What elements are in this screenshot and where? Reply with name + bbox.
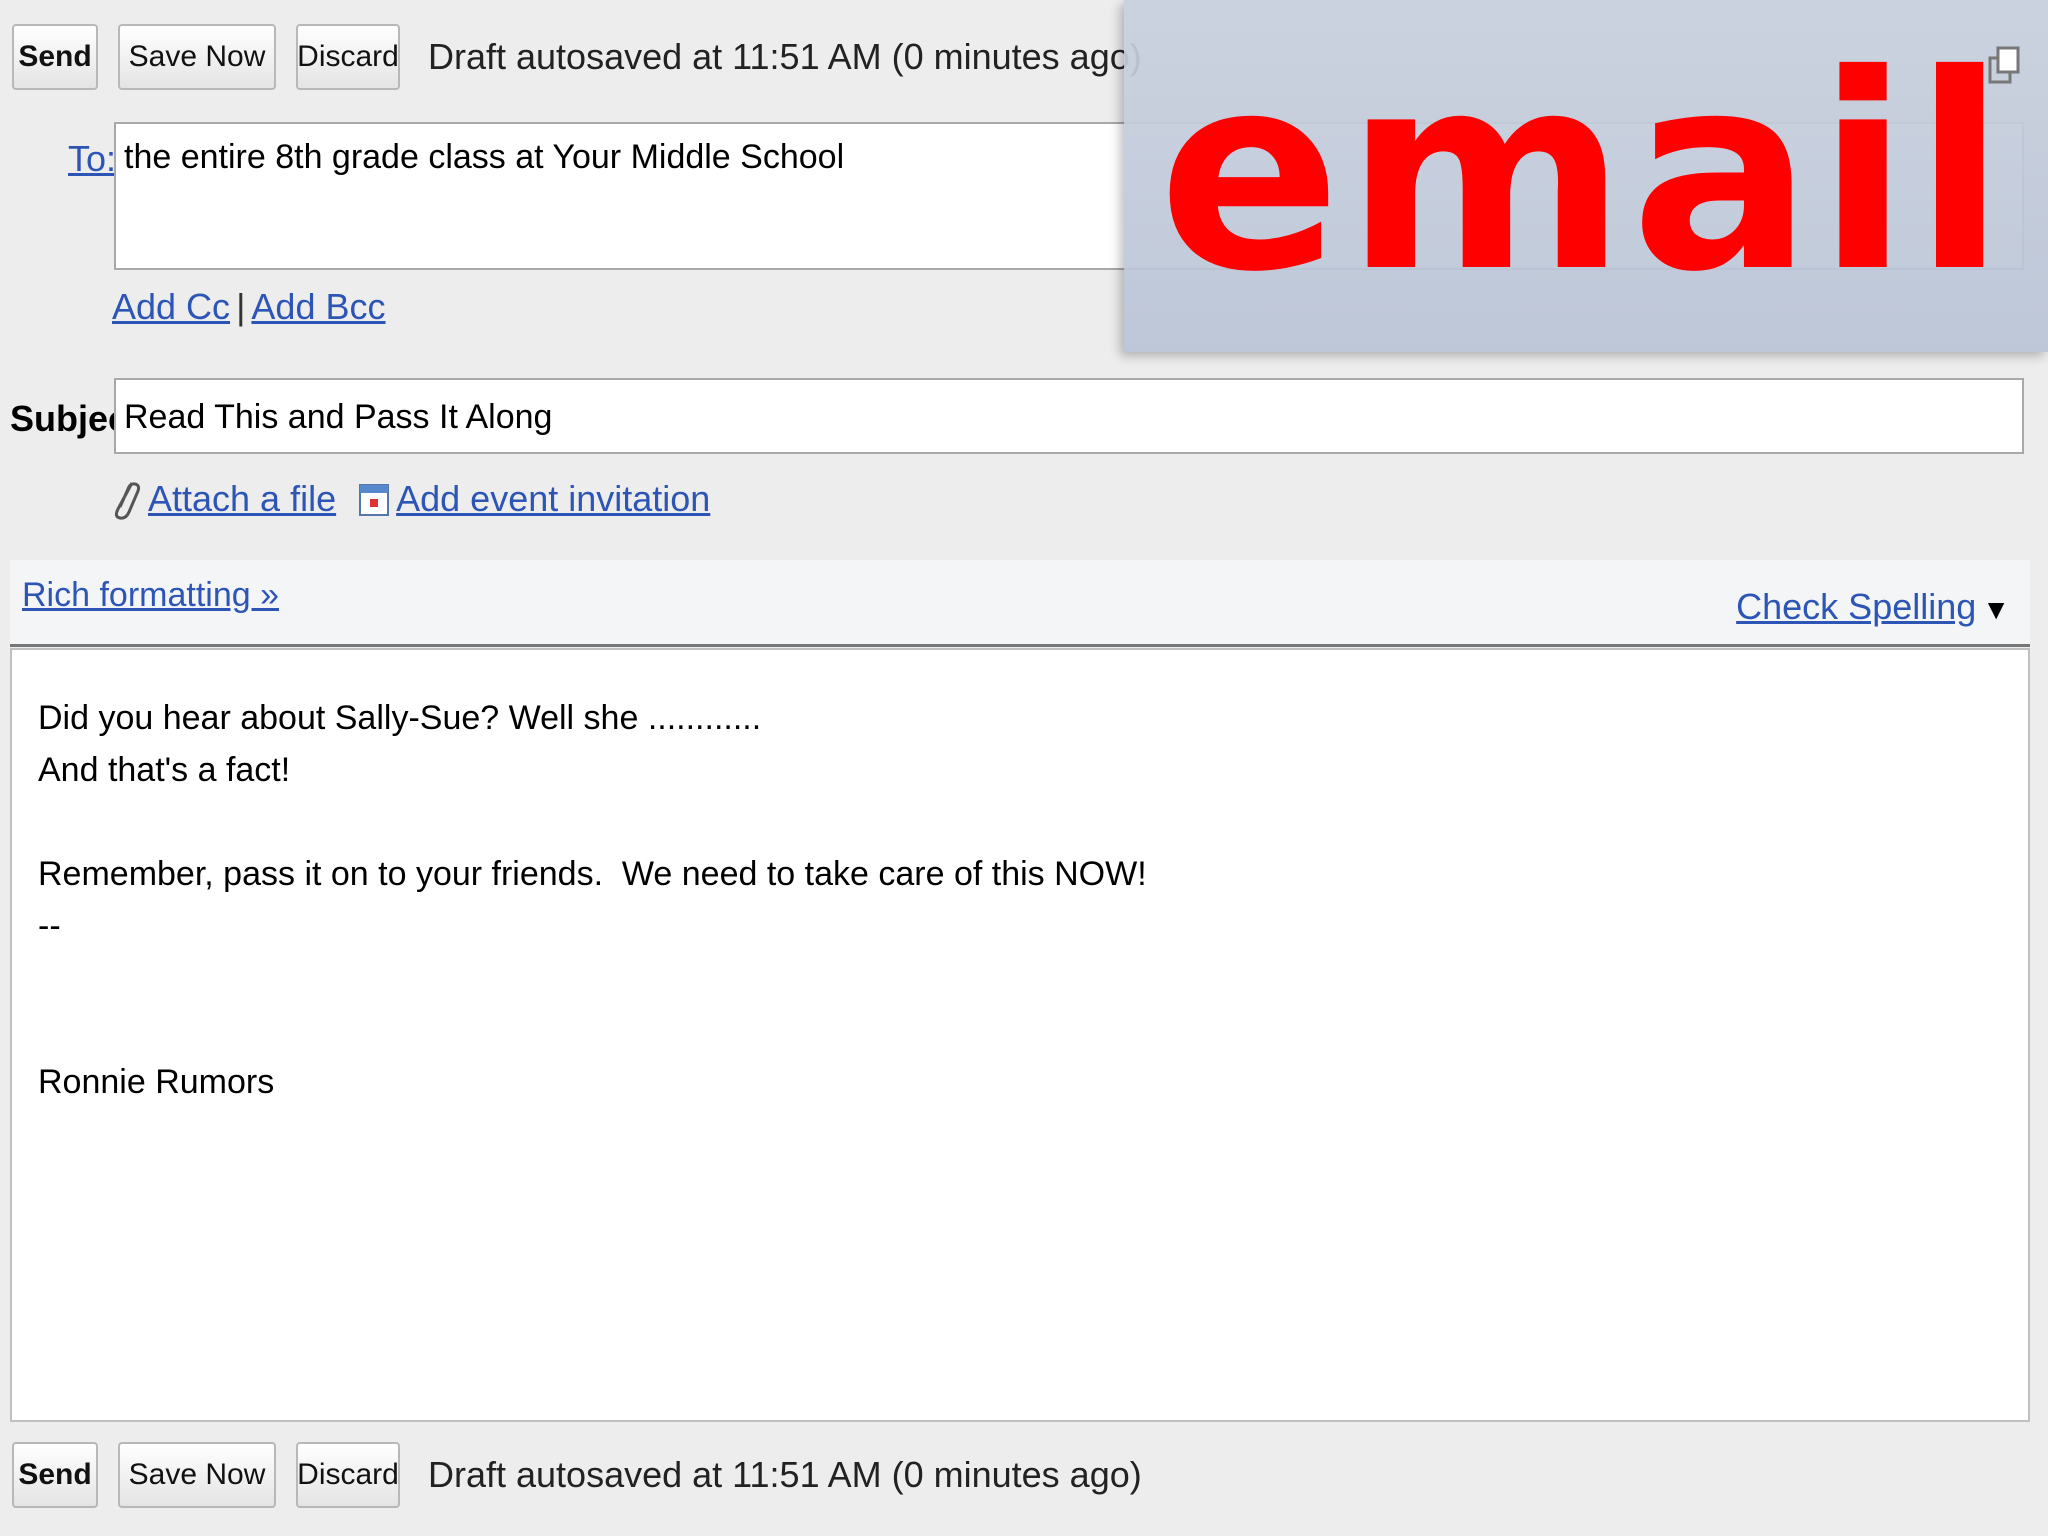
autosave-status-bottom: Draft autosaved at 11:51 AM (0 minutes a… [428, 1454, 1142, 1495]
body-line: And that's a fact! [38, 751, 291, 789]
rich-formatting-link[interactable]: Rich formatting » [22, 576, 279, 615]
save-now-button[interactable]: Save Now [118, 24, 276, 90]
format-bar: Rich formatting » Check Spelling ▼ [10, 560, 2030, 647]
top-toolbar: Send Save Now Discard Draft autosaved at… [12, 22, 1142, 92]
add-bcc-link[interactable]: Add Bcc [251, 286, 385, 327]
paperclip-icon [110, 477, 142, 521]
autosave-status: Draft autosaved at 11:51 AM (0 minutes a… [428, 36, 1142, 77]
to-link[interactable]: To: [68, 138, 116, 180]
body-line [38, 1004, 2002, 1056]
check-spelling-link[interactable]: Check Spelling [1736, 586, 1976, 627]
cc-bcc-links: Add Cc | Add Bcc [112, 286, 386, 328]
subject-field[interactable]: Read This and Pass It Along [114, 378, 2024, 454]
send-button-bottom[interactable]: Send [12, 1442, 98, 1508]
body-line: -- [38, 907, 61, 945]
add-event-invitation-link[interactable]: Add event invitation [396, 478, 710, 520]
compose-window: Send Save Now Discard Draft autosaved at… [0, 0, 2048, 1536]
discard-button-bottom[interactable]: Discard [296, 1442, 400, 1508]
save-now-button-bottom[interactable]: Save Now [118, 1442, 276, 1508]
to-field-value: the entire 8th grade class at Your Middl… [124, 138, 845, 176]
email-title-overlay: email [1124, 0, 2048, 352]
body-line [38, 952, 2002, 1004]
chevron-down-icon[interactable]: ▼ [1982, 594, 2010, 625]
body-line [38, 796, 2002, 848]
attachment-row: Attach a file Add event invitation [110, 474, 710, 524]
subject-field-value: Read This and Pass It Along [124, 398, 553, 436]
body-line: Ronnie Rumors [38, 1063, 275, 1101]
discard-button[interactable]: Discard [296, 24, 400, 90]
body-line: Remember, pass it on to your friends. We… [38, 855, 1147, 893]
cc-separator: | [236, 286, 246, 327]
send-button[interactable]: Send [12, 24, 98, 90]
attach-file-link[interactable]: Attach a file [148, 478, 336, 520]
overlay-title: email [1158, 16, 2010, 331]
calendar-icon [358, 477, 390, 521]
add-cc-link[interactable]: Add Cc [112, 286, 230, 327]
popout-icon[interactable] [1986, 40, 2022, 90]
check-spelling[interactable]: Check Spelling ▼ [1736, 586, 2010, 628]
message-body[interactable]: Did you hear about Sally-Sue? Well she .… [10, 648, 2030, 1422]
body-line: Did you hear about Sally-Sue? Well she .… [38, 699, 762, 737]
bottom-toolbar: Send Save Now Discard Draft autosaved at… [12, 1440, 1142, 1510]
